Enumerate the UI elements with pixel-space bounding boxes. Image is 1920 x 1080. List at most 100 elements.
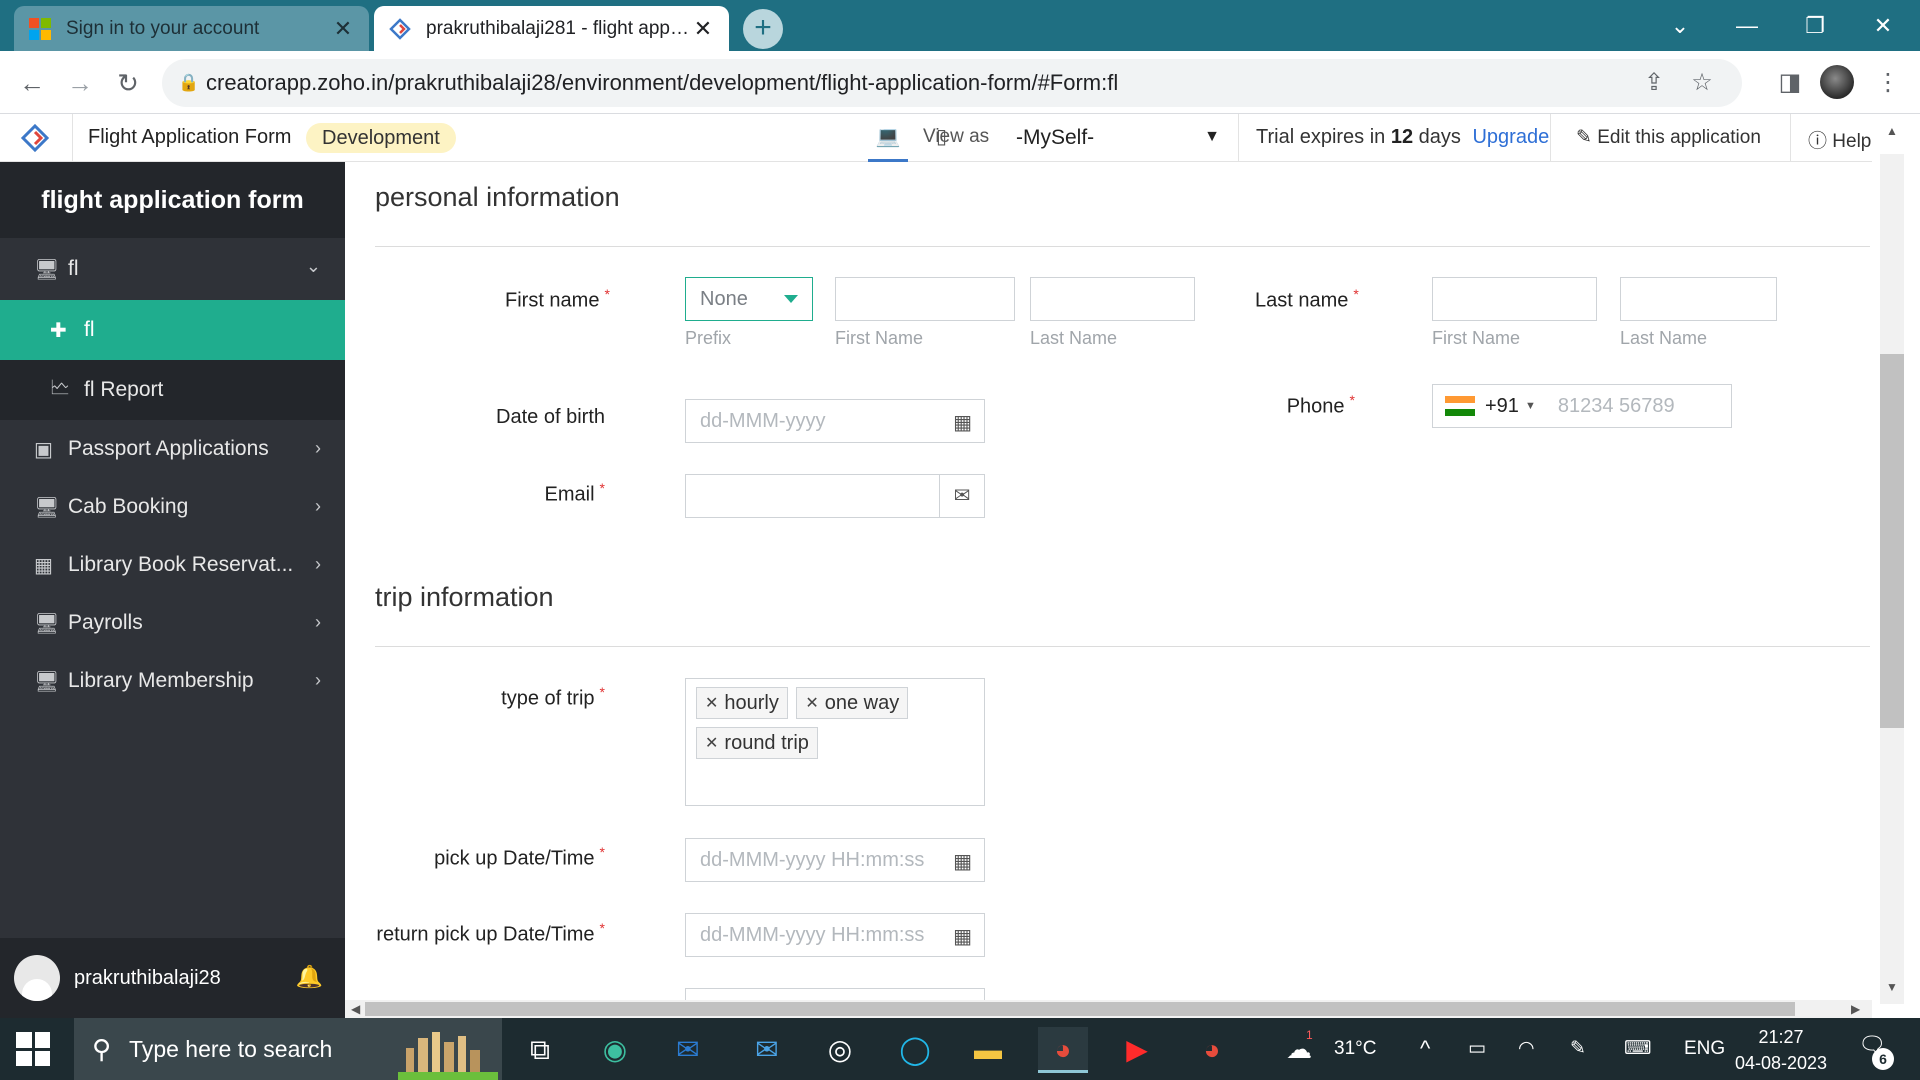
chevron-down-icon[interactable]: ⌄: [1645, 6, 1715, 46]
scroll-left-icon[interactable]: ◀: [351, 1000, 360, 1018]
pen-icon[interactable]: ✎: [1570, 1018, 1586, 1080]
first-name-input[interactable]: [835, 277, 1015, 321]
calendar-icon[interactable]: ▦: [953, 849, 972, 874]
restore-icon[interactable]: ❐: [1780, 6, 1850, 46]
zoho-creator-logo-icon[interactable]: [20, 123, 50, 153]
remove-x-icon[interactable]: ✕: [705, 693, 718, 713]
chevron-right-icon: ›: [315, 554, 321, 574]
first-name-label: First name *: [505, 286, 610, 312]
window-close-icon[interactable]: ✕: [1848, 6, 1918, 46]
tablet-icon[interactable]: ▯: [936, 124, 947, 154]
keyboard-icon[interactable]: ⌨: [1624, 1018, 1651, 1080]
task-view-icon[interactable]: ⧉: [515, 1027, 565, 1073]
taskbar-clock[interactable]: 21:27 04-08-2023: [1726, 1024, 1836, 1076]
edge-icon[interactable]: ◉: [590, 1027, 640, 1073]
email-input[interactable]: ✉: [685, 474, 985, 518]
share-icon[interactable]: ⇪: [1636, 65, 1672, 101]
calendar-icon[interactable]: ▦: [953, 410, 972, 435]
vertical-scrollbar[interactable]: ▲ ▼: [1872, 114, 1920, 1018]
horizontal-scrollbar[interactable]: ◀ ▶: [345, 1000, 1872, 1018]
sidebar-item-library-book-reservation[interactable]: ▦ Library Book Reservat... ›: [0, 536, 345, 594]
view-as-select[interactable]: -MySelf- ▼: [1000, 120, 1232, 156]
report-icon: 🗠: [50, 377, 71, 399]
caret-down-icon[interactable]: ▼: [1525, 400, 1536, 412]
dob-input[interactable]: dd-MMM-yyyy ▦: [685, 399, 985, 443]
trip-type-chip[interactable]: ✕ round trip: [696, 727, 818, 759]
trip-type-chip[interactable]: ✕ hourly: [696, 687, 788, 719]
remove-x-icon[interactable]: ✕: [705, 733, 718, 753]
next-field-input[interactable]: [685, 988, 985, 1000]
forward-arrow-icon[interactable]: →: [60, 63, 100, 103]
last-name-input[interactable]: [1030, 277, 1195, 321]
scrollbar-thumb[interactable]: [1880, 354, 1904, 728]
chrome-icon[interactable]: ◕: [1038, 1027, 1088, 1073]
trip-type-multiselect[interactable]: ✕ hourly ✕ one way ✕ round trip: [685, 678, 985, 806]
reload-icon[interactable]: ↻: [108, 63, 148, 103]
bell-icon[interactable]: 🔔: [296, 964, 323, 990]
scrollbar-thumb[interactable]: [365, 1002, 1795, 1016]
browser-toolbar: ← → ↻ 🔒 creatorapp.zoho.in/prakruthibala…: [0, 51, 1920, 114]
minimize-icon[interactable]: —: [1712, 6, 1782, 46]
sidebar-item-fl-form[interactable]: ✚ fl: [0, 300, 345, 360]
sidebar-group-fl[interactable]: 🖥 fl ⌄: [0, 238, 345, 300]
phone-input[interactable]: +91 ▼ 81234 56789: [1432, 384, 1732, 428]
back-arrow-icon[interactable]: ←: [12, 63, 52, 103]
sidebar-item-label: Cab Booking: [68, 495, 189, 518]
sidebar-item-payrolls[interactable]: 🖥 Payrolls ›: [0, 594, 345, 652]
browser-tab[interactable]: Sign in to your account ✕: [14, 6, 369, 51]
sidebar-item-passport-applications[interactable]: ▣ Passport Applications ›: [0, 420, 345, 478]
battery-icon[interactable]: ▭: [1468, 1018, 1486, 1080]
pickup-datetime-input[interactable]: dd-MMM-yyyy HH:mm:ss ▦: [685, 838, 985, 882]
calendar-icon[interactable]: ▦: [953, 924, 972, 949]
remove-x-icon[interactable]: ✕: [805, 693, 818, 713]
edit-application-button[interactable]: ✎ Edit this application: [1576, 126, 1761, 149]
side-panel-icon[interactable]: ◨: [1770, 63, 1810, 103]
outlook-icon[interactable]: ✉: [663, 1027, 713, 1073]
prefix-dropdown[interactable]: None: [685, 277, 813, 321]
weather-temp[interactable]: 31°C: [1334, 1018, 1376, 1080]
upgrade-link[interactable]: Upgrade: [1472, 126, 1549, 148]
india-flag-icon[interactable]: [1445, 396, 1475, 417]
chrome-profile-icon[interactable]: ◕: [1187, 1027, 1237, 1073]
file-explorer-icon[interactable]: ▬: [963, 1027, 1013, 1073]
avatar[interactable]: [14, 955, 60, 1001]
pickup-label: pick up Date/Time *: [434, 844, 605, 870]
wifi-icon[interactable]: ◠: [1518, 1018, 1535, 1080]
new-tab-button[interactable]: +: [743, 9, 783, 49]
address-bar[interactable]: 🔒 creatorapp.zoho.in/prakruthibalaji28/e…: [162, 59, 1742, 107]
sidebar-item-cab-booking[interactable]: 🖥 Cab Booking ›: [0, 478, 345, 536]
help-button[interactable]: ⓘ Help: [1808, 126, 1871, 153]
chevron-up-icon[interactable]: ^: [1420, 1018, 1430, 1080]
trip-type-label: type of trip *: [501, 684, 605, 710]
youtube-icon[interactable]: ▶: [1112, 1027, 1162, 1073]
last-name-first-input[interactable]: [1432, 277, 1597, 321]
country-code[interactable]: +91: [1485, 395, 1519, 418]
environment-badge[interactable]: Development: [306, 123, 456, 153]
sidebar-item-fl-report[interactable]: 🗠 fl Report: [0, 360, 345, 420]
language-indicator[interactable]: ENG: [1684, 1018, 1725, 1080]
return-pickup-datetime-input[interactable]: dd-MMM-yyyy HH:mm:ss ▦: [685, 913, 985, 957]
close-icon[interactable]: ✕: [331, 16, 355, 42]
more-menu-icon[interactable]: ⋮: [1868, 63, 1908, 103]
cortana-icon[interactable]: ◯: [890, 1027, 940, 1073]
windows-start-icon[interactable]: [16, 1032, 50, 1066]
profile-avatar[interactable]: [1820, 65, 1854, 99]
trip-type-chip[interactable]: ✕ one way: [796, 687, 909, 719]
browser-tab-active[interactable]: prakruthibalaji281 - flight applica ✕: [374, 6, 729, 51]
sidebar-item-label: Payrolls: [68, 611, 143, 634]
lock-icon: 🔒: [178, 73, 200, 92]
close-icon[interactable]: ✕: [691, 16, 715, 42]
sidebar-user[interactable]: prakruthibalaji28 🔔: [0, 938, 345, 1018]
scroll-right-icon[interactable]: ▶: [1851, 1000, 1860, 1018]
last-name-last-input[interactable]: [1620, 277, 1777, 321]
scroll-up-icon[interactable]: ▲: [1880, 124, 1904, 138]
mail-icon[interactable]: ✉: [742, 1027, 792, 1073]
star-icon[interactable]: ☆: [1684, 65, 1720, 101]
scroll-down-icon[interactable]: ▼: [1880, 980, 1904, 994]
notifications-icon[interactable]: 🗨 6: [1854, 1032, 1894, 1070]
taskbar-search[interactable]: ⚲ Type here to search: [74, 1018, 502, 1080]
laptop-icon[interactable]: 💻: [868, 124, 908, 162]
sidebar-item-library-membership[interactable]: 🖥 Library Membership ›: [0, 652, 345, 710]
notification-count: 6: [1872, 1048, 1894, 1070]
dell-icon[interactable]: ◎: [815, 1027, 865, 1073]
